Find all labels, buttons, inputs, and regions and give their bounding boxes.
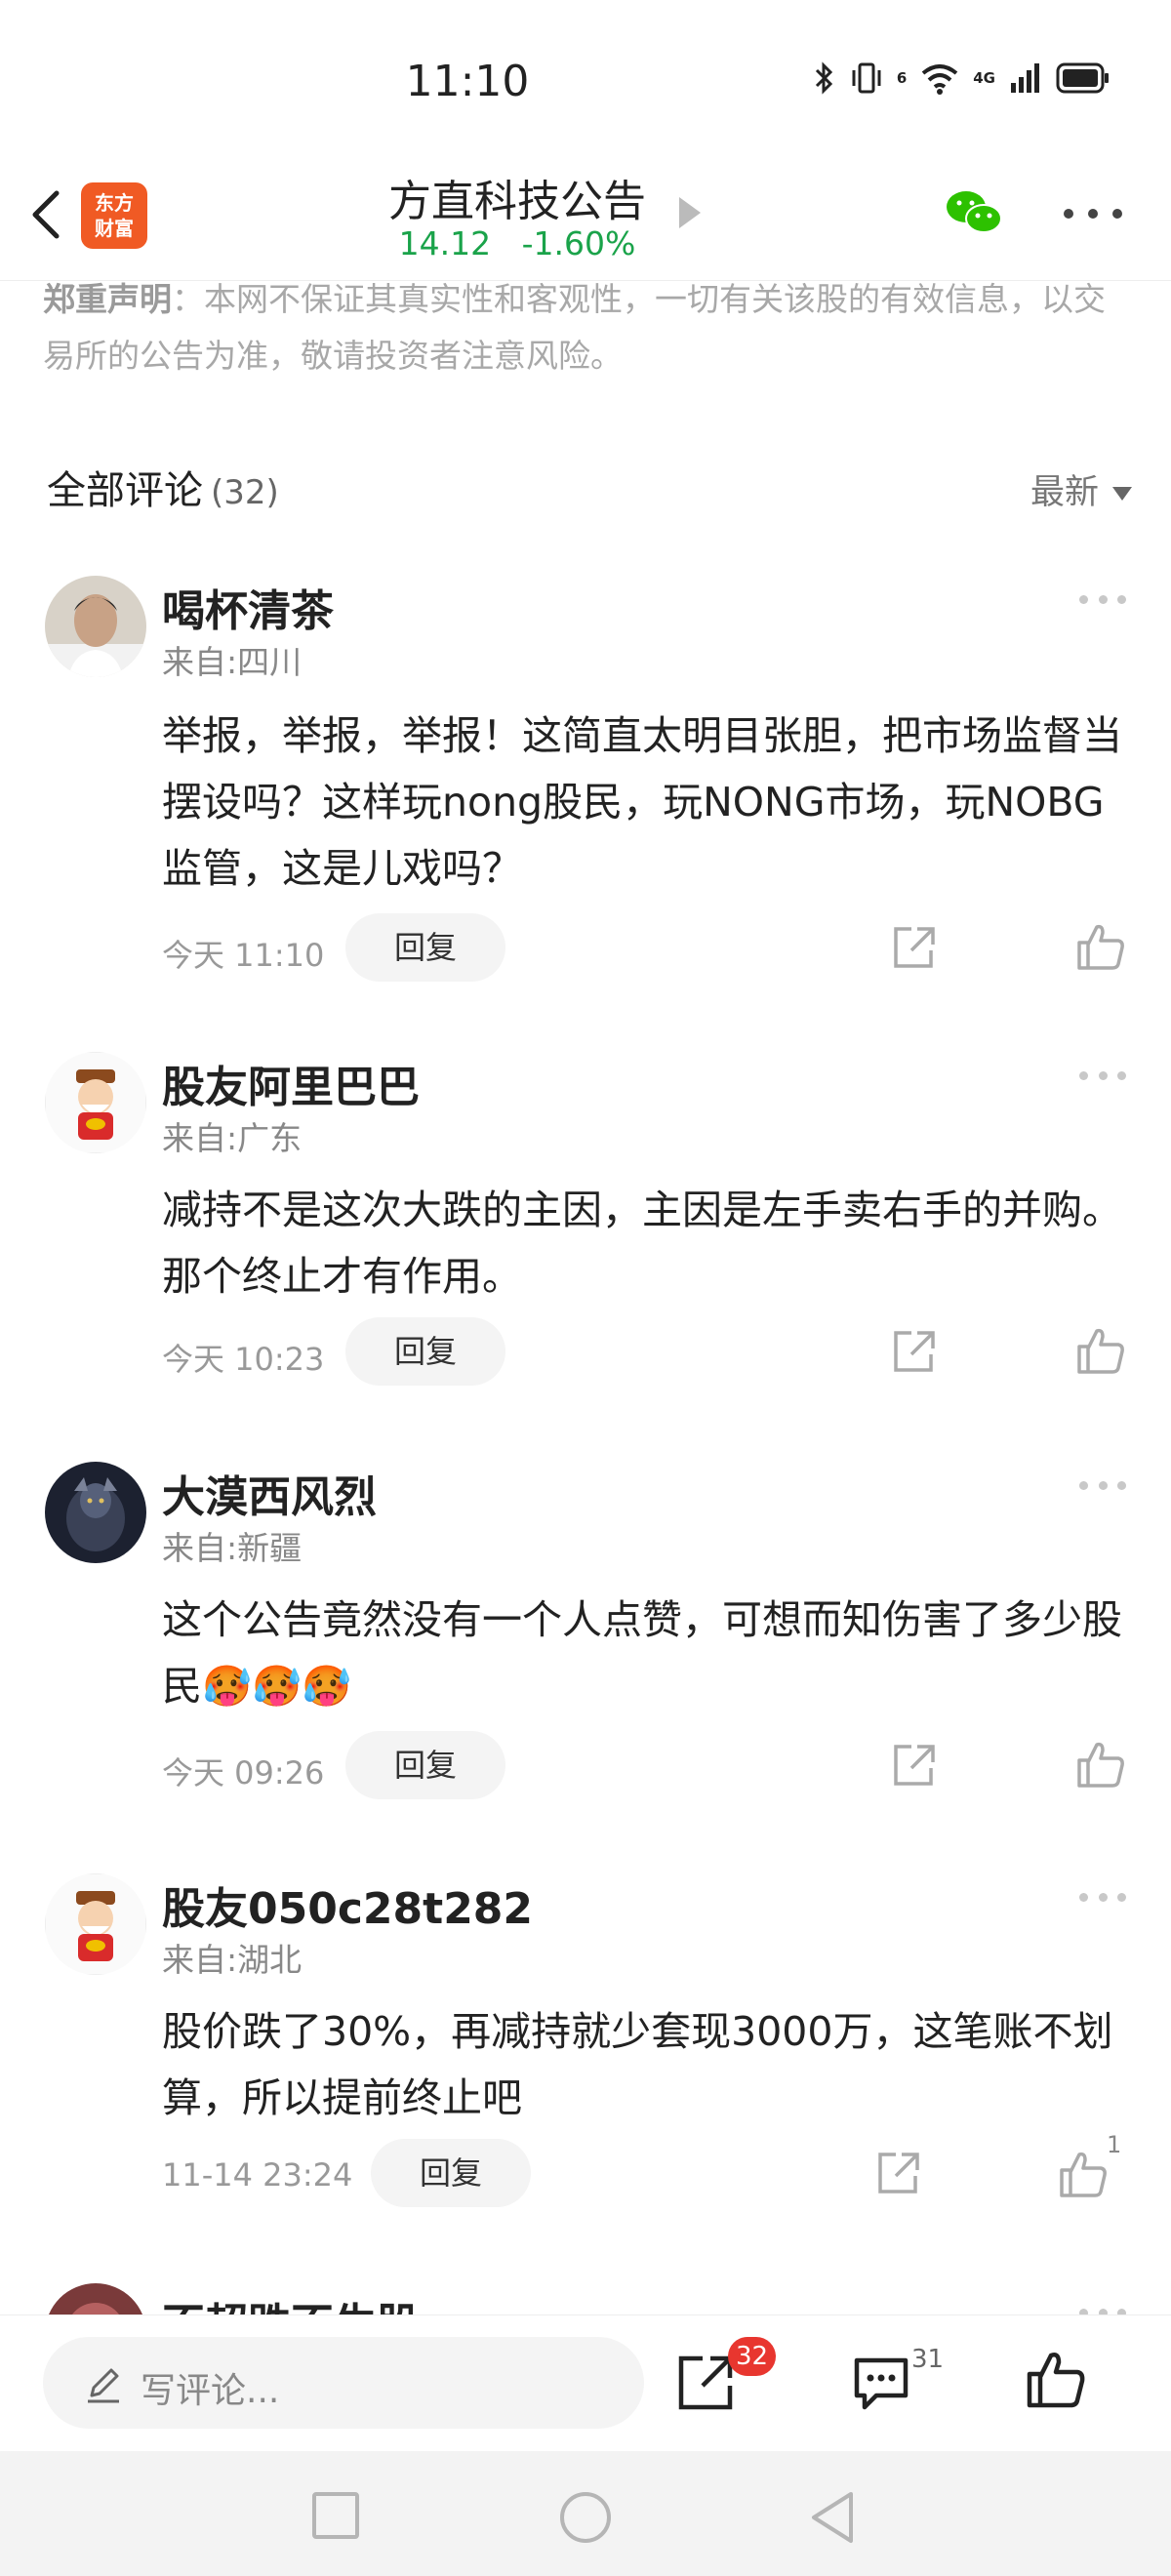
comment-more-icon[interactable] [1079, 1481, 1126, 1490]
comment-username[interactable]: 不超跌不生股 [162, 2289, 420, 2314]
thumbs-up-icon[interactable] [1058, 2149, 1109, 2199]
sort-dropdown[interactable]: 最新 [1030, 464, 1132, 514]
caret-right-icon[interactable] [679, 197, 701, 228]
comment-item: 股友阿里巴巴 来自:广东 减持不是这次大跌的主因，主因是左手卖右手的并购。那个终… [0, 1052, 1171, 1403]
back-triangle-icon[interactable] [808, 2490, 859, 2545]
comment-item: 不超跌不生股 [0, 2283, 1171, 2314]
comment-text: 这个公告竟然没有一个人点赞，可想而知伤害了多少股民🥵🥵🥵 [162, 1587, 1138, 1719]
recents-square-icon[interactable] [310, 2490, 361, 2541]
battery-icon [1056, 62, 1109, 94]
share-icon[interactable] [888, 1327, 939, 1378]
comment-time: 今天 10:23 [162, 1341, 325, 1378]
comment-location: 来自:湖北 [162, 1941, 303, 1979]
status-bar: 11:10 6 4G [0, 0, 1171, 166]
disclaimer-text: ：本网不保证其真实性和客观性，一切有关该股的有效信息，以交易所的公告为准，敬请投… [43, 280, 1106, 375]
stock-quote[interactable]: 14.12 -1.60% [332, 224, 703, 262]
thumbs-up-icon[interactable] [1075, 1325, 1126, 1376]
logo-line-1: 东方 [95, 191, 134, 215]
comment-username[interactable]: 大漠西风烈 [162, 1462, 377, 1524]
status-icons: 6 4G [813, 60, 1110, 96]
comment-time: 今天 11:10 [162, 937, 325, 974]
comment-location: 来自:四川 [162, 643, 303, 681]
caret-down-icon [1112, 487, 1132, 501]
comment-meta: 11-14 23:24 回复 1 [162, 2131, 1138, 2207]
thumbs-up-icon[interactable] [1075, 1739, 1126, 1790]
network-label: 4G [973, 69, 995, 87]
comment-meta: 今天 10:23 回复 [162, 1317, 1138, 1386]
comment-emoji: 🥵🥵🥵 [202, 1663, 352, 1710]
comment-item: 股友050c28t282 来自:湖北 股价跌了30%，再减持就少套现3000万，… [0, 1873, 1171, 2225]
page-title[interactable]: 方直科技公告 [332, 166, 703, 228]
chevron-left-icon[interactable] [21, 183, 70, 246]
system-nav-bar [0, 2451, 1171, 2576]
vibrate-icon [852, 62, 881, 94]
avatar[interactable] [45, 1462, 146, 1563]
comment-meta: 今天 09:26 回复 [162, 1731, 1138, 1799]
thumbs-up-icon[interactable] [1075, 921, 1126, 972]
comment-item: 大漠西风烈 来自:新疆 这个公告竟然没有一个人点赞，可想而知伤害了多少股民🥵🥵🥵… [0, 1462, 1171, 1813]
comment-text: 举报，举报，举报！这简直太明目张胆，把市场监督当摆设吗？这样玩nong股民，玩N… [162, 712, 1122, 892]
avatar[interactable] [45, 1052, 146, 1153]
avatar[interactable] [45, 2283, 146, 2314]
share-icon[interactable] [888, 1741, 939, 1791]
comment-username[interactable]: 股友050c28t282 [162, 1873, 533, 1936]
bluetooth-icon [815, 61, 832, 95]
share-icon[interactable] [872, 2149, 923, 2199]
reply-button[interactable]: 回复 [345, 1731, 505, 1799]
like-count: 1 [1107, 2131, 1122, 2158]
comment-input-placeholder: 写评论... [141, 2371, 280, 2411]
logo-line-2: 财富 [95, 217, 134, 240]
wechat-icon[interactable] [943, 185, 1005, 240]
wifi-label: 6 [896, 69, 908, 87]
pencil-icon [88, 2368, 119, 2403]
share-count-badge: 32 [728, 2337, 777, 2376]
avatar[interactable] [45, 576, 146, 677]
bottom-action-bar: 写评论... 32 31 [0, 2314, 1171, 2451]
comment-more-icon[interactable] [1079, 1893, 1126, 1902]
status-time: 11:10 [405, 57, 530, 106]
thumbs-up-icon[interactable] [1025, 2349, 1087, 2411]
comment-location: 来自:新疆 [162, 1529, 303, 1567]
comment-time: 11-14 23:24 [162, 2156, 353, 2194]
reply-button[interactable]: 回复 [371, 2139, 531, 2207]
reply-button[interactable]: 回复 [345, 1317, 505, 1386]
cellular-signal-icon [1011, 63, 1039, 93]
comments-count: (32) [211, 473, 279, 512]
comment-text: 股价跌了30%，再减持就少套现3000万，这笔账不划算，所以提前终止吧 [162, 2008, 1113, 2121]
comment-more-icon[interactable] [1079, 1071, 1126, 1080]
comment-username[interactable]: 股友阿里巴巴 [162, 1052, 420, 1114]
wifi-icon [921, 64, 958, 95]
comments-title: 全部评论 [47, 468, 203, 513]
comment-text: 减持不是这次大跌的主因，主因是左手卖右手的并购。那个终止才有作用。 [162, 1187, 1122, 1300]
more-dots-icon[interactable] [1064, 209, 1122, 222]
comment-bubble-icon[interactable] [851, 2355, 911, 2411]
stock-price: 14.12 [398, 224, 492, 262]
comment-input[interactable]: 写评论... [43, 2337, 644, 2429]
share-icon[interactable] [888, 923, 939, 974]
app-logo[interactable]: 东方 财富 [81, 182, 147, 249]
comment-meta: 今天 11:10 回复 [162, 913, 1138, 982]
comment-time: 今天 09:26 [162, 1754, 325, 1791]
home-circle-icon[interactable] [558, 2490, 613, 2545]
comment-count: 31 [911, 2345, 945, 2374]
disclaimer: 郑重声明：本网不保证其真实性和客观性，一切有关该股的有效信息，以交易所的公告为准… [43, 271, 1136, 384]
reply-button[interactable]: 回复 [345, 913, 505, 982]
disclaimer-label: 郑重声明 [43, 280, 172, 318]
comment-username[interactable]: 喝杯清茶 [162, 576, 334, 638]
comment-more-icon[interactable] [1079, 595, 1126, 604]
sort-label: 最新 [1030, 473, 1099, 512]
stock-change: -1.60% [521, 224, 636, 262]
comment-item: 喝杯清茶 来自:四川 举报，举报，举报！这简直太明目张胆，把市场监督当摆设吗？这… [0, 576, 1171, 995]
comment-location: 来自:广东 [162, 1119, 303, 1157]
share-icon[interactable] [675, 2353, 736, 2413]
avatar[interactable] [45, 1873, 146, 1975]
comments-header: 全部评论 (32) 最新 [47, 459, 1132, 517]
nav-bar: 东方 财富 方直科技公告 14.12 -1.60% [0, 166, 1171, 281]
